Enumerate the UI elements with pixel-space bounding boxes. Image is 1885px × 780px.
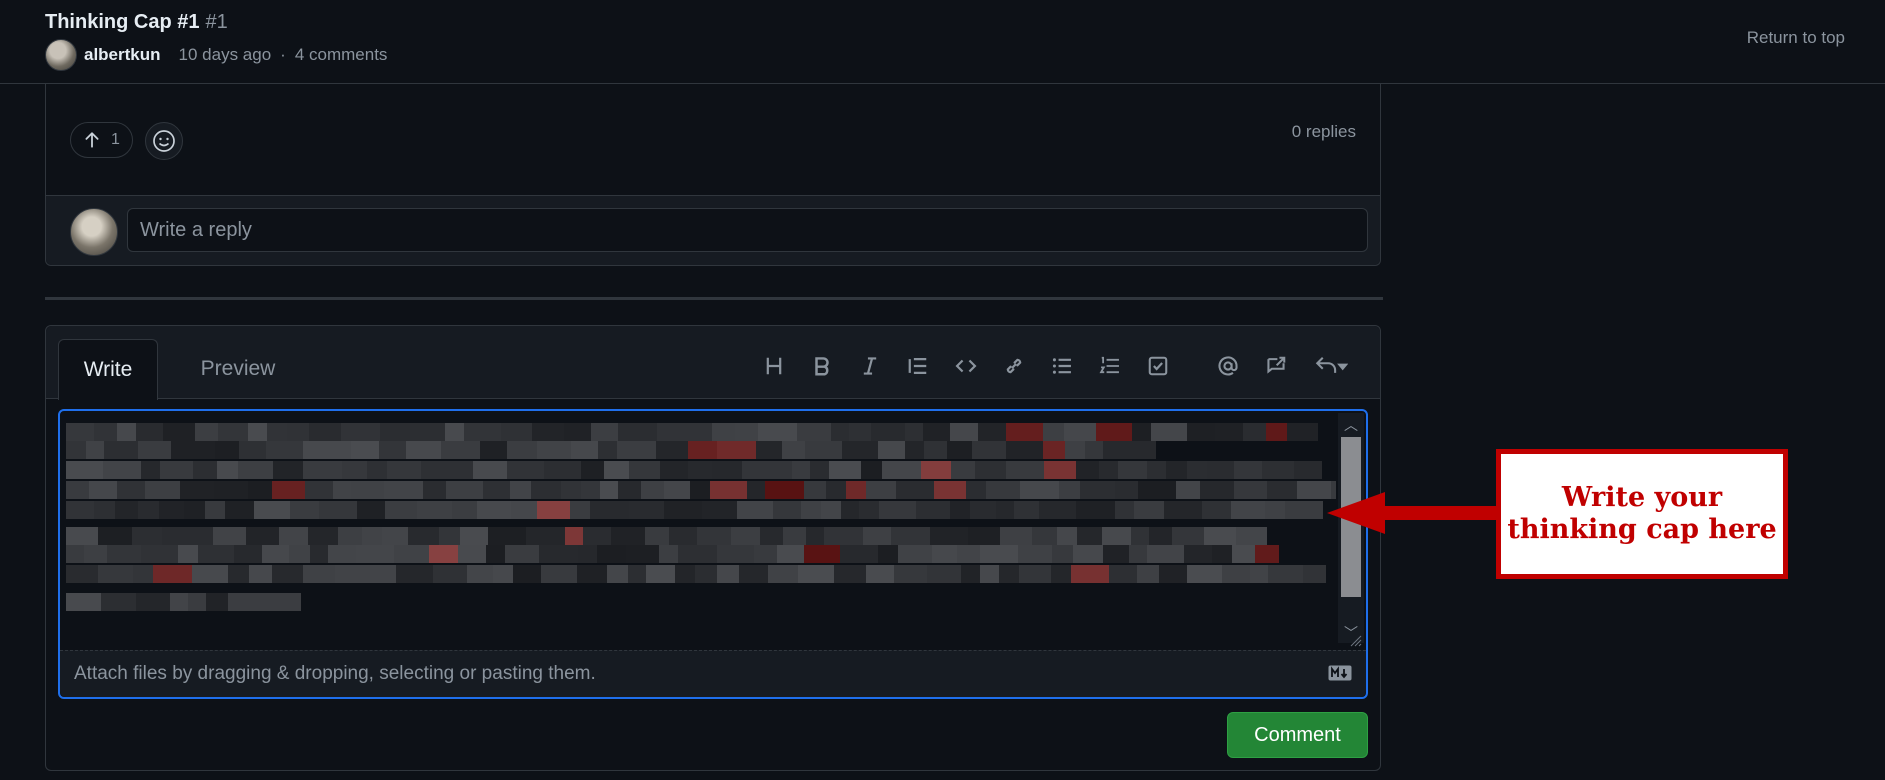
numbered-list-icon [1099, 356, 1119, 374]
mention-icon [1218, 356, 1238, 376]
italic-button[interactable] [854, 350, 886, 382]
meta-separator: · [280, 45, 286, 64]
comment-button[interactable]: Comment [1227, 712, 1368, 758]
discussion-number: #1 [205, 11, 228, 33]
redacted-text-line [66, 565, 1326, 583]
code-icon [955, 359, 977, 373]
chevron-up-icon[interactable]: ︿ [1344, 415, 1358, 435]
callout-arrow [1327, 492, 1498, 534]
reactions-bar: 1 [70, 122, 183, 160]
timestamp: 10 days ago [178, 45, 272, 64]
return-to-top-link[interactable]: Return to top [1747, 28, 1845, 48]
annotation-callout: Write your thinking cap here [1496, 449, 1788, 579]
comment-count[interactable]: 4 comments [295, 45, 388, 65]
link-icon [1006, 358, 1022, 374]
editor-tabbar: Write Preview [46, 326, 1380, 400]
add-reaction-button[interactable] [144, 122, 183, 160]
reference-button[interactable] [1260, 350, 1292, 382]
mention-button[interactable] [1212, 350, 1244, 382]
markdown-toolbar [46, 350, 1380, 380]
comment-card: 1 0 replies [45, 84, 1381, 266]
heading-icon [766, 357, 782, 375]
redacted-text-line [66, 545, 1279, 563]
heading-button[interactable] [758, 350, 790, 382]
discussion-title: Thinking Cap #1 [45, 11, 200, 33]
page-title: Thinking Cap #1 #1 [45, 11, 228, 34]
avatar[interactable] [45, 39, 77, 71]
reply-button[interactable] [1308, 350, 1354, 382]
smiley-icon [153, 130, 175, 152]
bulleted-list-button[interactable] [1046, 350, 1078, 382]
resize-grip-icon[interactable] [1348, 633, 1362, 647]
quote-icon [908, 358, 927, 374]
bold-icon [815, 357, 829, 376]
reply-icon [1315, 357, 1348, 373]
task-list-button[interactable] [1142, 350, 1174, 382]
discussion-meta: albertkun 10 days ago · 4 comments [45, 39, 387, 71]
avatar [70, 208, 118, 256]
annotation-text: Write your thinking cap here [1507, 482, 1777, 545]
numbered-list-button[interactable] [1094, 350, 1126, 382]
redacted-text-line [66, 461, 1322, 479]
redacted-text-line [66, 481, 1336, 499]
bold-button[interactable] [806, 350, 838, 382]
markdown-icon[interactable] [1328, 665, 1352, 681]
code-button[interactable] [950, 350, 982, 382]
attach-files-text: Attach files by dragging & dropping, sel… [74, 663, 596, 684]
arrow-up-icon [85, 132, 99, 148]
upvote-count: 1 [111, 131, 120, 148]
redacted-text-line [66, 501, 1323, 519]
discussion-header: Thinking Cap #1 #1 albertkun 10 days ago … [0, 0, 1885, 84]
redacted-text-line [66, 423, 1318, 441]
redacted-text-line [66, 527, 1267, 545]
bulleted-list-icon [1052, 358, 1071, 374]
comment-text-content[interactable] [66, 423, 1336, 651]
link-button[interactable] [998, 350, 1030, 382]
reference-icon [1267, 356, 1286, 374]
reply-row [46, 195, 1380, 265]
attach-files-bar[interactable]: Attach files by dragging & dropping, sel… [60, 650, 1366, 697]
italic-icon [863, 357, 877, 375]
upvote-button[interactable]: 1 [70, 122, 133, 158]
divider [45, 297, 1383, 300]
task-list-icon [1148, 356, 1168, 376]
redacted-text-line [66, 593, 301, 611]
author-link[interactable]: albertkun [84, 45, 161, 65]
reply-input[interactable] [127, 208, 1368, 252]
redacted-text-line [66, 441, 1156, 459]
comment-textarea[interactable]: ︿ ﹀ Attach files by dragging & dropping,… [58, 409, 1368, 699]
quote-button[interactable] [902, 350, 934, 382]
replies-count: 0 replies [1291, 122, 1356, 141]
comment-editor: Write Preview ︿ ﹀ Attach files by draggi… [45, 325, 1381, 771]
